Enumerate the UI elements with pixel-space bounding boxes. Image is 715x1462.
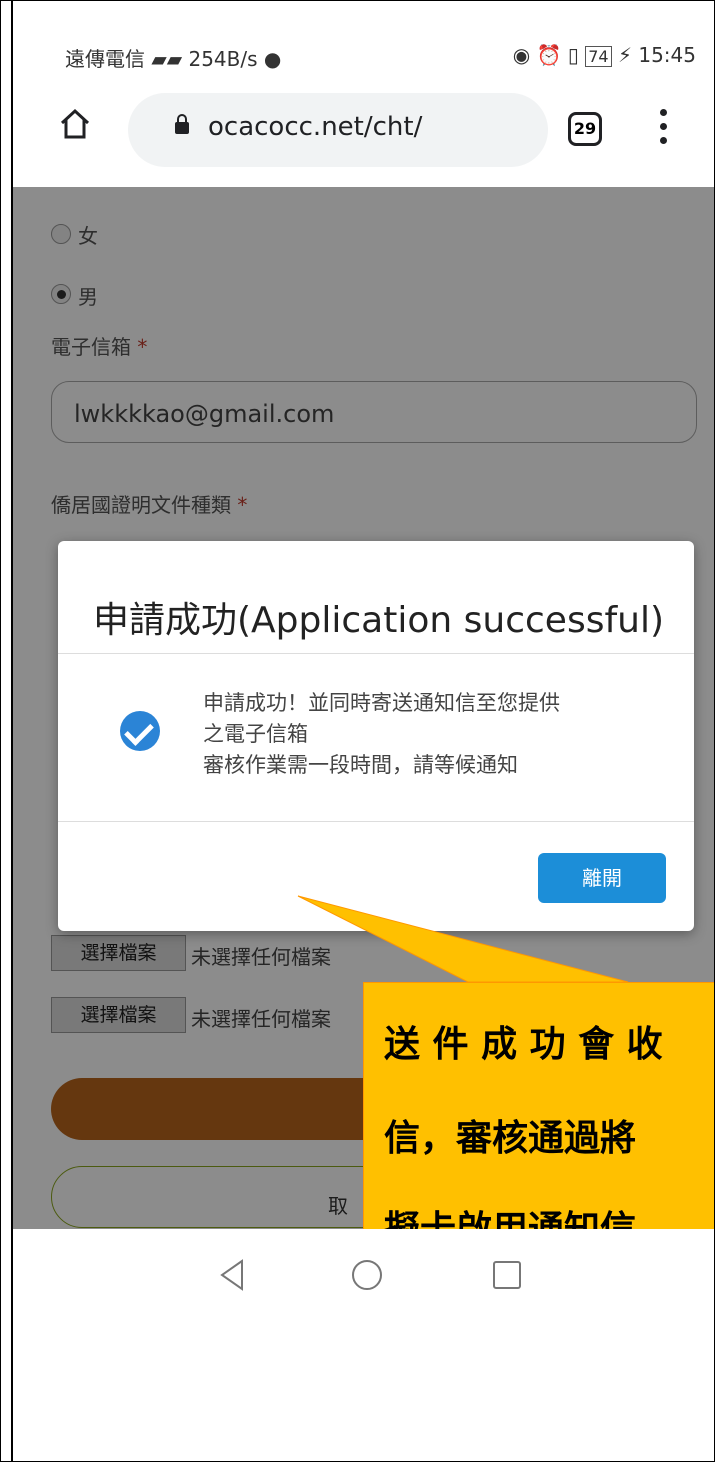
- callout-line: 信，審核通過將: [384, 1118, 637, 1159]
- callout-line: 送 件 成 功 會 收: [384, 1024, 663, 1065]
- phone-screen: 遠傳電信 ▰▰ 254B/s ● ◉ ⏰ ▯ 74 ⚡ 15:45 ocacoc…: [11, 1, 714, 1461]
- back-icon[interactable]: [218, 1258, 248, 1292]
- recent-apps-icon[interactable]: [490, 1258, 524, 1292]
- screenshot-frame: 遠傳電信 ▰▰ 254B/s ● ◉ ⏰ ▯ 74 ⚡ 15:45 ocacoc…: [0, 0, 715, 1462]
- home-circle-icon[interactable]: [350, 1258, 384, 1292]
